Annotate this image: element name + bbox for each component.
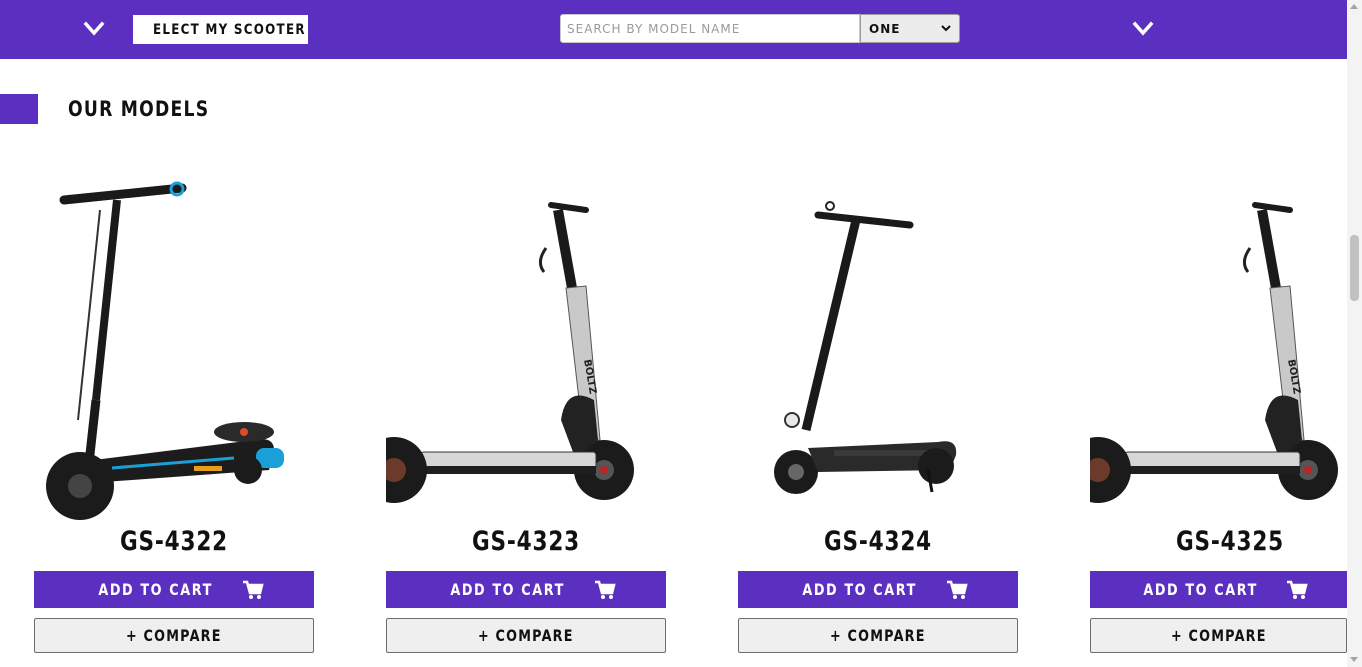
shopping-cart-icon xyxy=(242,580,264,599)
add-to-cart-button[interactable]: ADD TO CART xyxy=(34,571,314,608)
top-navigation-bar: ELECT MY SCOOTER ONE xyxy=(0,0,1347,59)
add-to-cart-button[interactable]: ADD TO CART xyxy=(1090,571,1347,608)
shopping-cart-icon xyxy=(1287,580,1308,599)
add-to-cart-button[interactable]: ADD TO CART xyxy=(738,571,1018,608)
select-scooter-button[interactable]: ELECT MY SCOOTER xyxy=(133,15,308,44)
model-select-dropdown[interactable]: ONE xyxy=(860,14,960,43)
section-accent-bar xyxy=(0,94,38,124)
search-input[interactable] xyxy=(560,14,860,43)
select-arrow-icon xyxy=(941,25,951,32)
compare-label: + COMPARE xyxy=(478,626,574,645)
product-model-name: GS-4323 xyxy=(472,526,580,557)
add-to-cart-label: ADD TO CART xyxy=(450,580,566,599)
compare-label: + COMPARE xyxy=(830,626,926,645)
add-to-cart-label: ADD TO CART xyxy=(98,580,214,599)
kids-electric-scooter-image xyxy=(46,181,284,520)
black-electric-scooter-image xyxy=(774,201,957,494)
compare-button[interactable]: + COMPARE xyxy=(1090,618,1347,653)
compare-button[interactable]: + COMPARE xyxy=(34,618,314,653)
product-model-name: GS-4324 xyxy=(824,526,932,557)
compare-label: + COMPARE xyxy=(126,626,222,645)
product-card: BOLTZ GS-4325 ADD TO CART + COMPARE xyxy=(1090,160,1362,667)
boltz-electric-scooter-image: BOLTZ xyxy=(386,202,634,503)
add-to-cart-button[interactable]: ADD TO CART xyxy=(386,571,666,608)
dropdown-selected-value: ONE xyxy=(869,21,901,36)
scroll-up-arrow-icon[interactable] xyxy=(1350,4,1358,9)
chevron-down-icon[interactable] xyxy=(1132,19,1154,39)
product-card: GS-4322 ADD TO CART + COMPARE xyxy=(34,160,314,667)
shopping-cart-icon xyxy=(946,580,968,599)
add-to-cart-label: ADD TO CART xyxy=(1143,580,1258,599)
add-to-cart-label: ADD TO CART xyxy=(802,580,918,599)
chevron-down-icon[interactable] xyxy=(83,19,105,39)
select-scooter-label: ELECT MY SCOOTER xyxy=(153,21,306,38)
compare-button[interactable]: + COMPARE xyxy=(386,618,666,653)
product-model-name: GS-4325 xyxy=(1176,526,1284,557)
shopping-cart-icon xyxy=(594,580,616,599)
product-card: BOLTZ GS-4323 ADD TO CART + COMPARE xyxy=(386,160,666,667)
product-card: GS-4324 ADD TO CART + COMPARE xyxy=(738,160,1018,667)
boltz-electric-scooter-image: BOLTZ xyxy=(1090,202,1338,503)
section-title: OUR MODELS xyxy=(68,97,210,121)
product-model-name: GS-4322 xyxy=(120,526,228,557)
compare-button[interactable]: + COMPARE xyxy=(738,618,1018,653)
compare-label: + COMPARE xyxy=(1170,626,1267,645)
